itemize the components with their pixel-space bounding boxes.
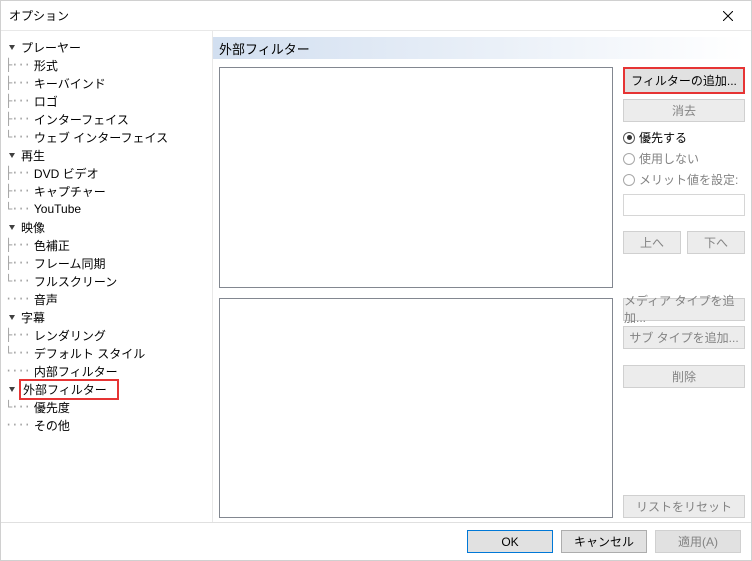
close-button[interactable] bbox=[705, 1, 751, 31]
tree-item-audio[interactable]: 音声 bbox=[32, 291, 60, 308]
chevron-down-icon[interactable] bbox=[5, 220, 19, 234]
move-down-button[interactable]: 下へ bbox=[687, 231, 745, 254]
tree-item-capture[interactable]: キャプチャー bbox=[32, 183, 108, 200]
tree-item-playback[interactable]: 再生 bbox=[5, 147, 208, 163]
chevron-down-icon[interactable] bbox=[5, 310, 19, 324]
tree-item-external-filter[interactable]: 外部フィルター bbox=[5, 381, 208, 397]
tree-item-subtitle[interactable]: 字幕 bbox=[5, 309, 208, 325]
options-dialog: オプション プレーヤー ├···形式 ├···キーバインド ├···ロゴ ├··… bbox=[0, 0, 752, 561]
radio-icon bbox=[623, 153, 635, 165]
add-sub-type-button[interactable]: サブ タイプを追加... bbox=[623, 326, 745, 349]
radio-icon bbox=[623, 174, 635, 186]
radio-prefer[interactable]: 優先する bbox=[623, 129, 745, 146]
content-pane: 外部フィルター フィルターの追加... 消去 優先する bbox=[213, 31, 751, 522]
move-up-button[interactable]: 上へ bbox=[623, 231, 681, 254]
chevron-down-icon[interactable] bbox=[5, 148, 19, 162]
tree-item-logo[interactable]: ロゴ bbox=[32, 93, 60, 110]
tree-item-youtube[interactable]: YouTube bbox=[32, 202, 83, 216]
section-header: 外部フィルター bbox=[213, 37, 745, 59]
tree-item-keybind[interactable]: キーバインド bbox=[32, 75, 108, 92]
delete-type-button[interactable]: 削除 bbox=[623, 365, 745, 388]
tree-item-player[interactable]: プレーヤー bbox=[5, 39, 208, 55]
tree-item-colorcorrect[interactable]: 色補正 bbox=[32, 237, 72, 254]
cancel-button[interactable]: キャンセル bbox=[561, 530, 647, 553]
ok-button[interactable]: OK bbox=[467, 530, 553, 553]
tree-item-format[interactable]: 形式 bbox=[32, 57, 60, 74]
merit-value-input[interactable] bbox=[623, 194, 745, 216]
tree-item-rendering[interactable]: レンダリング bbox=[32, 327, 108, 344]
add-media-type-button[interactable]: メディア タイプを追加... bbox=[623, 298, 745, 321]
tree-item-priority[interactable]: 優先度 bbox=[32, 399, 72, 416]
tree-item-dvd[interactable]: DVD ビデオ bbox=[32, 165, 101, 182]
tree-item-video[interactable]: 映像 bbox=[5, 219, 208, 235]
chevron-down-icon[interactable] bbox=[5, 382, 19, 396]
filter-list[interactable] bbox=[219, 67, 613, 288]
remove-filter-button[interactable]: 消去 bbox=[623, 99, 745, 122]
radio-merit[interactable]: メリット値を設定: bbox=[623, 171, 745, 188]
reset-list-button[interactable]: リストをリセット bbox=[623, 495, 745, 518]
dialog-footer: OK キャンセル 適用(A) bbox=[1, 522, 751, 560]
chevron-down-icon[interactable] bbox=[5, 40, 19, 54]
dialog-body: プレーヤー ├···形式 ├···キーバインド ├···ロゴ ├···インターフ… bbox=[1, 31, 751, 522]
radio-dontuse[interactable]: 使用しない bbox=[623, 150, 745, 167]
tree-item-other[interactable]: その他 bbox=[32, 417, 72, 434]
tree-item-internal-filter[interactable]: 内部フィルター bbox=[32, 363, 120, 380]
close-icon bbox=[723, 11, 733, 21]
window-title: オプション bbox=[9, 7, 705, 24]
tree-item-webinterface[interactable]: ウェブ インターフェイス bbox=[32, 129, 170, 146]
titlebar: オプション bbox=[1, 1, 751, 31]
apply-button[interactable]: 適用(A) bbox=[655, 530, 741, 553]
tree-item-framesync[interactable]: フレーム同期 bbox=[32, 255, 108, 272]
radio-icon bbox=[623, 132, 635, 144]
type-list[interactable] bbox=[219, 298, 613, 519]
category-tree[interactable]: プレーヤー ├···形式 ├···キーバインド ├···ロゴ ├···インターフ… bbox=[1, 31, 213, 522]
add-filter-button[interactable]: フィルターの追加... bbox=[623, 67, 745, 94]
tree-item-fullscreen[interactable]: フルスクリーン bbox=[32, 273, 119, 290]
tree-item-defaultstyle[interactable]: デフォルト スタイル bbox=[32, 345, 147, 362]
tree-item-interface[interactable]: インターフェイス bbox=[32, 111, 131, 128]
